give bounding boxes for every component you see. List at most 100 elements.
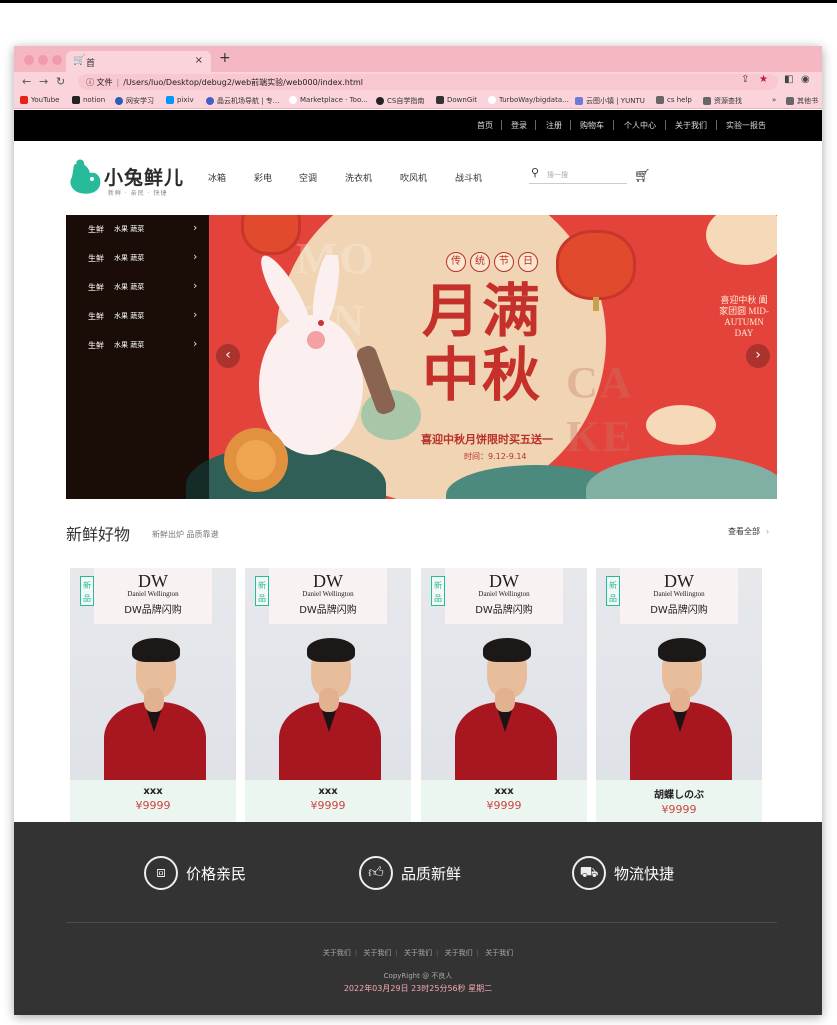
info-icon: ⓘ <box>86 78 94 87</box>
footer-link-about[interactable]: 关于我们 <box>323 949 351 957</box>
cloud-decoration <box>706 215 777 265</box>
bookmark-notion[interactable]: notion <box>72 96 105 104</box>
footer-link-about[interactable]: 关于我们 <box>363 949 391 957</box>
bookmark-yuntu[interactable]: 云图小镇 | YUNTU <box>575 96 645 106</box>
footer-link-about[interactable]: 关于我们 <box>485 949 513 957</box>
nav-login[interactable]: 登录 <box>511 120 527 131</box>
nav-cart[interactable]: 购物车 <box>580 120 604 131</box>
flash-sale-text: DW品牌闪购 <box>299 605 357 616</box>
flash-sale-text: DW品牌闪购 <box>475 605 533 616</box>
feature-quality: 👍︎ 品质新鲜 <box>359 856 461 890</box>
product-price: ¥9999 <box>486 799 522 812</box>
product-info: xxx ¥9999 <box>245 780 411 822</box>
brand-name: Daniel Wellington <box>127 590 179 598</box>
category-washer[interactable]: 洗衣机 <box>345 171 372 184</box>
brand-logo: DW <box>313 571 343 591</box>
nav-divider <box>716 120 717 130</box>
search-input[interactable]: ⚲ 搜一搜 <box>529 166 627 184</box>
side-menu-item[interactable]: 生鲜 水果 蔬菜 › <box>66 215 209 244</box>
bookmark-marketplace[interactable]: Marketplace · Too... <box>289 96 368 104</box>
category-fridge[interactable]: 冰箱 <box>208 171 226 184</box>
folder-icon <box>703 97 711 105</box>
sidebar-toggle-icon[interactable]: ◧ <box>784 74 793 85</box>
brand-box: DW Daniel Wellington DW品牌闪购 <box>620 568 738 624</box>
banner-ghost-text: KE <box>566 412 634 461</box>
banner-date: 时间：9.12-9.14 <box>464 452 527 461</box>
product-card[interactable]: DW Daniel Wellington DW品牌闪购 新品 胡蝶しのぶ ¥99… <box>596 568 762 822</box>
product-name: 胡蝶しのぶ <box>654 790 704 801</box>
forward-icon[interactable]: → <box>39 75 48 88</box>
new-tab-button[interactable]: + <box>219 50 231 66</box>
bookmark-resource[interactable]: 资源查找 <box>703 96 742 106</box>
share-icon[interactable]: ⇪ <box>741 74 749 85</box>
brand-logo: DW <box>138 571 168 591</box>
nav-register[interactable]: 注册 <box>546 120 562 131</box>
downgit-icon <box>436 96 444 104</box>
back-icon[interactable]: ← <box>22 75 31 88</box>
category-fighter[interactable]: 战斗机 <box>455 171 482 184</box>
reload-icon[interactable]: ↻ <box>56 75 65 88</box>
banner-next-button[interactable]: › <box>746 344 770 368</box>
bookmark-turboway[interactable]: TurboWay/bigdata... <box>488 96 569 104</box>
new-badge: 新品 <box>255 576 269 606</box>
bookmark-airport[interactable]: 晶云机场导航 | 专... <box>206 96 279 106</box>
bookmark-pixiv[interactable]: pixiv <box>166 96 194 104</box>
live-clock: 2022年03月29日 23时25分56秒 星期二 <box>343 984 493 993</box>
product-name: xxx <box>318 786 338 797</box>
product-card[interactable]: DW Daniel Wellington DW品牌闪购 新品 xxx ¥9999 <box>421 568 587 822</box>
category-tv[interactable]: 彩电 <box>254 171 272 184</box>
product-card[interactable]: DW Daniel Wellington DW品牌闪购 新品 xxx ¥9999 <box>245 568 411 822</box>
bookmark-other[interactable]: 其他书 <box>786 96 818 106</box>
url-text: /Users/luo/Desktop/debug2/web前端实验/web000… <box>123 78 364 87</box>
product-card[interactable]: DW Daniel Wellington DW品牌闪购 新品 xxx ¥9999 <box>70 568 236 822</box>
bookmark-downgit[interactable]: DownGit <box>436 96 477 104</box>
banner-promo: 喜迎中秋月饼限时买五送一 <box>421 433 553 446</box>
model-photo <box>451 638 561 782</box>
bookmark-netsec[interactable]: 网安学习 <box>115 96 154 106</box>
site-logo[interactable]: 小兔鲜儿 新鲜 · 亲民 · 快捷 <box>66 159 191 201</box>
category-side-menu: 生鲜 水果 蔬菜 › 生鲜 水果 蔬菜 › 生鲜 水果 蔬菜 › 生鲜 水果 蔬… <box>66 215 209 499</box>
nav-home[interactable]: 首页 <box>477 120 493 131</box>
pixiv-icon <box>166 96 174 104</box>
bookmark-star-icon[interactable]: ★ <box>759 74 768 85</box>
bookmark-youtube[interactable]: YouTube <box>20 96 59 104</box>
side-menu-item[interactable]: 生鲜 水果 蔬菜 › <box>66 302 209 331</box>
category-ac[interactable]: 空调 <box>299 171 317 184</box>
notion-icon <box>72 96 80 104</box>
browser-tab-active[interactable]: 🛒 首 × <box>66 51 211 72</box>
yuntu-icon <box>575 97 583 105</box>
cart-icon[interactable]: 🛒︎ <box>634 169 651 184</box>
bookmark-cs-guide[interactable]: CS自学指南 <box>376 96 424 106</box>
footer-link-about[interactable]: 关于我们 <box>445 949 473 957</box>
product-info: xxx ¥9999 <box>70 780 236 822</box>
nav-report[interactable]: 实验一报告 <box>726 120 766 131</box>
product-price: ¥9999 <box>661 803 697 816</box>
nav-about[interactable]: 关于我们 <box>675 120 707 131</box>
minimize-window-dot[interactable] <box>38 55 48 65</box>
hero-banner[interactable]: MO ON CA KE 生鲜 水果 蔬菜 › 生鲜 水果 蔬菜 <box>66 215 777 499</box>
bookmarks-overflow[interactable]: » <box>772 96 776 104</box>
banner-prev-button[interactable]: ‹ <box>216 344 240 368</box>
footer-link-about[interactable]: 关于我们 <box>404 949 432 957</box>
lantern-decoration <box>556 230 636 300</box>
profile-icon[interactable]: ◉ <box>801 74 810 85</box>
side-menu-item[interactable]: 生鲜 水果 蔬菜 › <box>66 331 209 360</box>
maximize-window-dot[interactable] <box>52 55 62 65</box>
nav-divider <box>570 120 571 130</box>
chevron-right-icon: › <box>193 308 198 321</box>
banner-ghost-text: CA <box>566 358 634 407</box>
product-info: xxx ¥9999 <box>421 780 587 822</box>
tab-close-icon[interactable]: × <box>195 55 203 66</box>
cloud-decoration <box>646 405 716 445</box>
category-hairdryer[interactable]: 吹风机 <box>400 171 427 184</box>
side-menu-item[interactable]: 生鲜 水果 蔬菜 › <box>66 273 209 302</box>
nav-profile[interactable]: 个人中心 <box>624 120 656 131</box>
close-window-dot[interactable] <box>24 55 34 65</box>
new-badge: 新品 <box>606 576 620 606</box>
side-menu-item[interactable]: 生鲜 水果 蔬菜 › <box>66 244 209 273</box>
model-photo <box>100 638 210 782</box>
view-all-link[interactable]: 查看全部 › <box>728 526 769 537</box>
bookmark-cs-help[interactable]: cs help <box>656 96 692 104</box>
thumbs-up-icon: 👍︎ <box>359 856 393 890</box>
url-field[interactable]: ⓘ 文件 |/Users/luo/Desktop/debug2/web前端实验/w… <box>78 74 778 90</box>
